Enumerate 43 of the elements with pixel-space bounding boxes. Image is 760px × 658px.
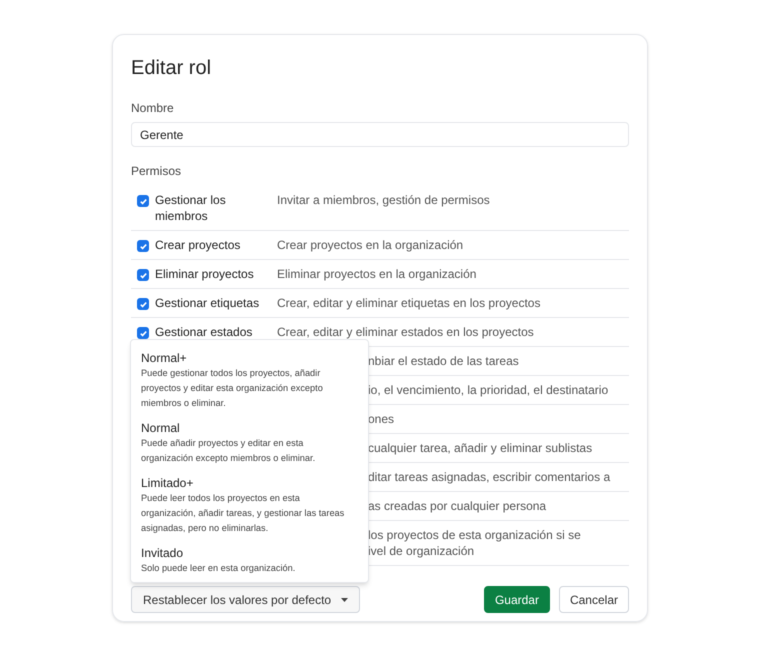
section-label: Permisos [131, 163, 182, 180]
name-field[interactable]: Gerente [131, 122, 629, 147]
menu-item-title: Invitado [141, 545, 184, 561]
menu-item[interactable]: Invitado Solo puede leer en esta organización. [141, 545, 358, 576]
permission-label: Gestionar estados [155, 324, 254, 340]
permission-description: nbiar el estado de las tareas [368, 353, 519, 369]
permission-description: los proyectos de esta organización si se [368, 527, 582, 543]
checkbox[interactable] [137, 298, 149, 310]
checkbox[interactable] [137, 240, 149, 252]
reset-dropdown-button[interactable]: Restablecer los valores por defecto [131, 586, 360, 613]
menu-item[interactable]: Limitado+ Puede leer todos los proyectos en esta organización, añadir tareas, y gestionar las tareas asignadas, pero no eliminarlas. [141, 475, 358, 536]
permission-label: Crear proyectos [155, 237, 242, 253]
checkbox[interactable] [137, 269, 149, 281]
menu-item-title: Limitado+ [141, 475, 194, 491]
dialog-title: Editar rol [131, 56, 212, 81]
menu-item-title: Normal [141, 420, 181, 436]
menu-item-description: Puede añadir proyectos y editar en esta organización excepto miembros o eliminar. [141, 437, 316, 465]
permission-description: ones [368, 411, 394, 427]
permission-label: Gestionar etiquetas [155, 295, 260, 311]
permission-description: io, el vencimiento, la prioridad, el destinatario [368, 382, 608, 398]
cancel-button[interactable]: Cancelar [558, 586, 629, 613]
permission-description: Invitar a miembros, gestión de permisos [277, 192, 490, 209]
checkbox[interactable] [137, 195, 149, 207]
permission-description: cualquier tarea, añadir y eliminar sublistas [368, 440, 592, 456]
permission-description: Crear, editar y eliminar estados en los proyectos [277, 324, 534, 340]
menu-item-title: Normal+ [141, 350, 188, 366]
save-button[interactable]: Guardar [484, 586, 550, 613]
menu-item[interactable]: Normal+ Puede gestionar todos los proyectos, añadir proyectos y editar esta organización excepto miembros o eliminar. [141, 350, 358, 411]
menu-item-description: Solo puede leer en esta organización. [141, 562, 296, 575]
permission-description: Crear, editar y eliminar etiquetas en los proyectos [277, 295, 540, 311]
caret-icon [341, 598, 348, 602]
menu-item-description: Puede leer todos los proyectos en esta organización, añadir tareas, y gestionar las tareas asignadas, pero no eliminarlas. [141, 492, 346, 535]
permission-description: ivel de organización [368, 543, 476, 559]
field-label: Nombre [131, 100, 175, 117]
permission-description: Eliminar proyectos en la organización [277, 266, 476, 282]
permission-label: Eliminar proyectos [155, 266, 255, 282]
permission-description: ditar tareas asignadas, escribir comentarios a [368, 469, 610, 485]
menu-item-description: Puede gestionar todos los proyectos, añadir proyectos y editar esta organización excepto miembros o eliminar. [141, 367, 324, 410]
checkbox[interactable] [137, 327, 149, 339]
permission-description: as creadas por cualquier persona [368, 498, 546, 514]
menu-item[interactable]: Normal Puede añadir proyectos y editar en esta organización excepto miembros o eliminar. [141, 420, 358, 466]
permission-label: Gestionar los miembros [155, 192, 227, 224]
permission-description: Crear proyectos en la organización [277, 237, 464, 253]
